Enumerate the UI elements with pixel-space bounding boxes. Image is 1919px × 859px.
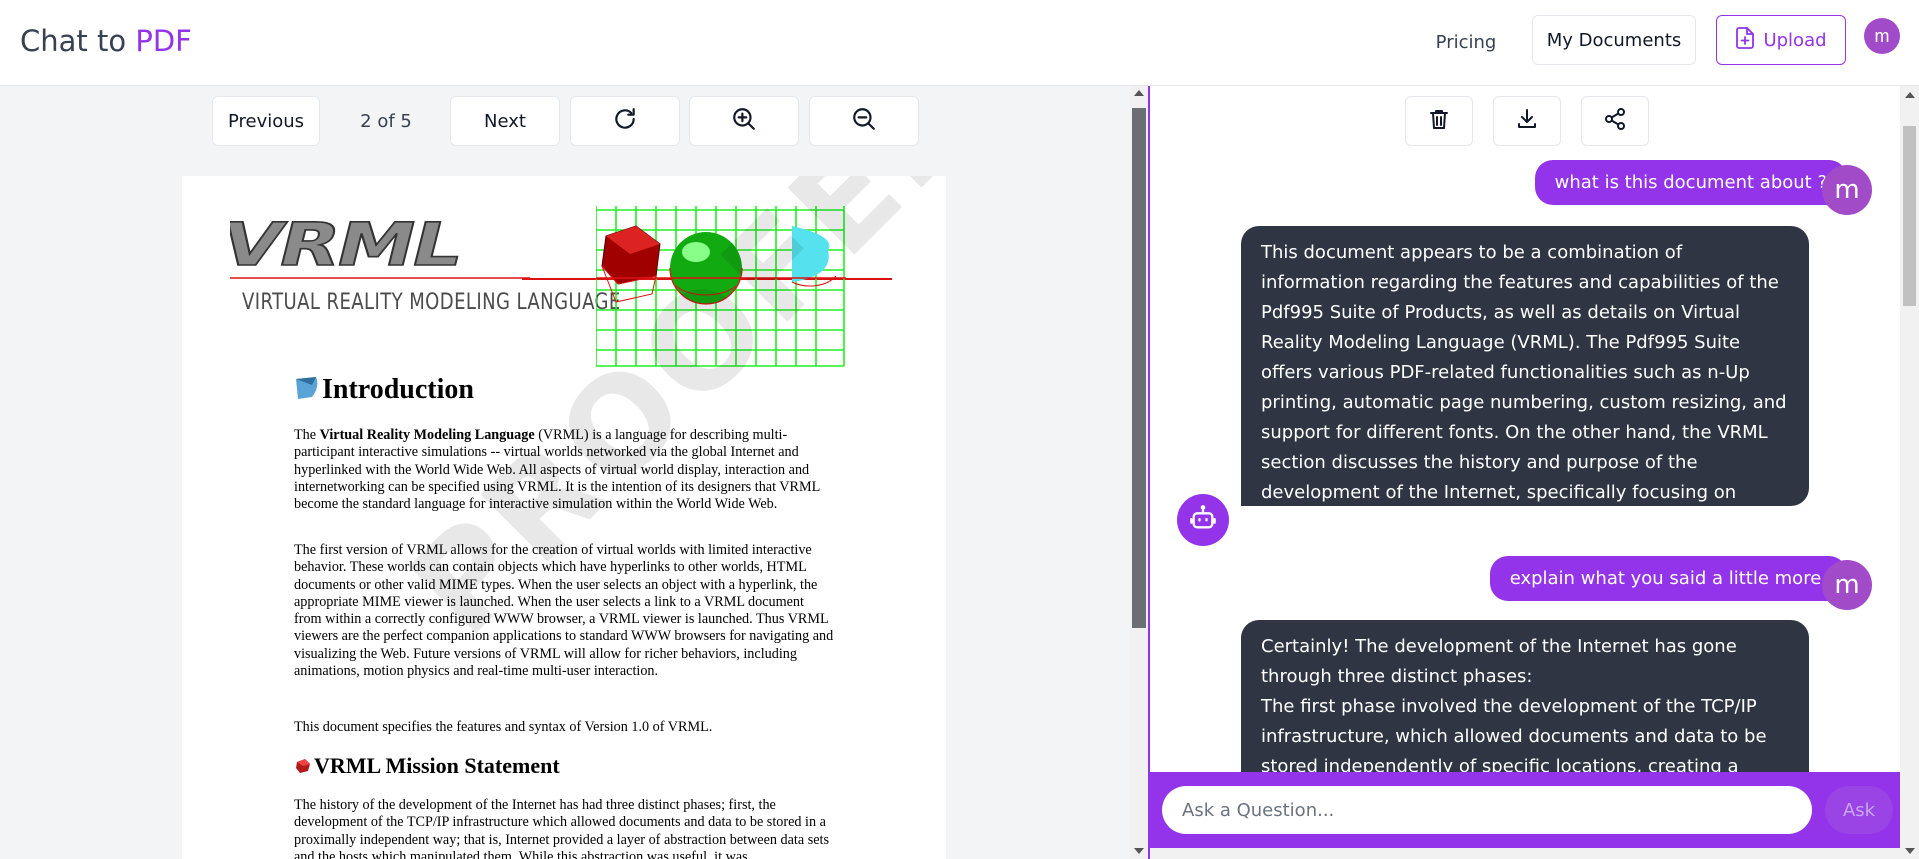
question-input[interactable]: [1162, 786, 1812, 834]
upload-label: Upload: [1763, 29, 1827, 51]
intro-paragraph-2: The first version of VRML allows for the…: [294, 542, 834, 680]
scroll-up-arrow-icon[interactable]: [1134, 90, 1144, 96]
vrml-logo-letters: VRML: [230, 212, 469, 279]
next-page-button[interactable]: Next: [450, 96, 560, 146]
mission-paragraph: The history of the development of the In…: [294, 797, 830, 859]
chat-scroll-thumb[interactable]: [1903, 126, 1916, 306]
share-icon: [1603, 107, 1627, 136]
file-plus-icon: [1735, 26, 1755, 54]
zoom-in-icon: [731, 106, 757, 137]
pdf-scrollbar[interactable]: [1130, 86, 1148, 859]
pricing-link[interactable]: Pricing: [1420, 22, 1512, 62]
ask-bar: Ask: [1150, 772, 1900, 859]
zoom-in-button[interactable]: [689, 96, 799, 146]
my-documents-button[interactable]: My Documents: [1532, 15, 1696, 65]
chat-scrollbar[interactable]: [1900, 86, 1919, 859]
download-button[interactable]: [1493, 96, 1561, 146]
vrml-subtitle: VIRTUAL REALITY MODELING LANGUAGE: [242, 290, 621, 315]
mission-heading: VRML Mission Statement: [314, 753, 560, 778]
para1-pre: The: [294, 427, 320, 443]
user-message: what is this document about ?: [1534, 160, 1847, 205]
trash-icon: [1427, 107, 1451, 136]
brand-accent-text: PDF: [135, 24, 192, 58]
bot-message: This document appears to be a combinatio…: [1241, 226, 1809, 533]
user-avatar[interactable]: m: [1864, 18, 1900, 54]
zoom-out-button[interactable]: [809, 96, 919, 146]
mission-bullet-icon: [295, 758, 311, 774]
intro-paragraph-1: The Virtual Reality Modeling Language (V…: [294, 427, 834, 513]
download-icon: [1515, 107, 1539, 136]
upload-button[interactable]: Upload: [1716, 15, 1846, 65]
brand-main-text: Chat to: [20, 24, 136, 58]
chat-panel: what is this document about ? m This doc…: [1148, 86, 1919, 859]
pdf-viewer: Previous 2 of 5 Next VRML VIRTUAL REALIT…: [0, 86, 1148, 859]
robot-icon: [1189, 504, 1217, 537]
delete-button[interactable]: [1405, 96, 1473, 146]
scroll-down-arrow-icon[interactable]: [1134, 848, 1144, 854]
user-message: explain what you said a little more.: [1489, 556, 1847, 601]
rotate-button[interactable]: [570, 96, 680, 146]
bot-avatar: [1177, 494, 1229, 546]
ask-button[interactable]: Ask: [1825, 786, 1893, 834]
previous-page-button[interactable]: Previous: [212, 96, 320, 146]
intro-paragraph-3: This document specifies the features and…: [294, 719, 713, 735]
intro-heading: Introduction: [322, 374, 474, 405]
rotate-icon: [612, 106, 638, 137]
app-header: Chat to PDF Pricing My Documents Upload …: [0, 0, 1919, 86]
user-avatar-chat: m: [1822, 560, 1872, 610]
bot-message-line: Certainly! The development of the Intern…: [1261, 636, 1737, 687]
user-avatar-chat: m: [1822, 165, 1872, 215]
chat-scroll-down-icon[interactable]: [1905, 848, 1915, 854]
zoom-out-icon: [851, 106, 877, 137]
chat-scroll-up-icon[interactable]: [1905, 92, 1915, 98]
page-indicator: 2 of 5: [360, 110, 412, 132]
para1-bold: Virtual Reality Modeling Language: [319, 427, 535, 443]
share-button[interactable]: [1581, 96, 1649, 146]
chat-horizontal-scrollbar[interactable]: [1150, 848, 1900, 859]
pdf-page: VRML VIRTUAL REALITY MODELING LANGUAGE P…: [182, 176, 946, 859]
intro-bullet-icon: [294, 375, 320, 401]
brand-logo[interactable]: Chat to PDF: [20, 24, 192, 58]
pdf-scroll-thumb[interactable]: [1132, 108, 1146, 628]
